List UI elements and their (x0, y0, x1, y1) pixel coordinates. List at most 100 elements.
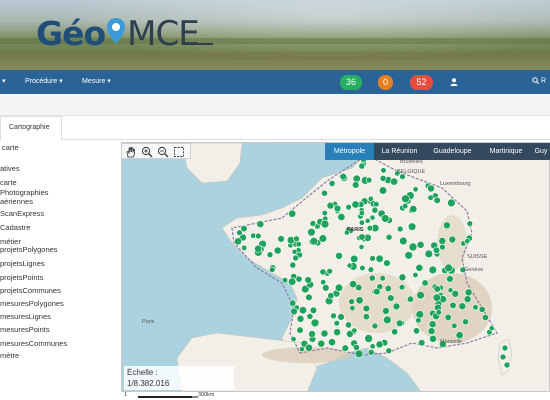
project-marker[interactable] (358, 233, 366, 241)
status-badge-green[interactable]: 36 (340, 75, 362, 90)
project-marker[interactable] (362, 313, 370, 321)
region-tab-martinique[interactable]: Martinique (482, 143, 530, 160)
project-marker[interactable] (327, 292, 335, 300)
project-marker[interactable] (296, 326, 304, 334)
select-box-icon[interactable] (173, 146, 185, 158)
project-marker[interactable] (380, 167, 387, 174)
project-marker[interactable] (352, 181, 360, 189)
project-marker[interactable] (333, 320, 340, 327)
project-marker[interactable] (351, 200, 360, 209)
project-marker[interactable] (345, 203, 352, 211)
project-marker[interactable] (334, 283, 344, 292)
project-marker[interactable] (296, 314, 305, 323)
project-marker[interactable] (488, 325, 495, 332)
project-marker[interactable] (462, 318, 469, 326)
project-marker[interactable] (448, 235, 457, 244)
project-marker[interactable] (354, 349, 364, 359)
project-marker[interactable] (412, 272, 419, 279)
project-marker[interactable] (373, 201, 380, 208)
project-marker[interactable] (305, 293, 313, 302)
project-marker[interactable] (416, 291, 425, 300)
project-marker[interactable] (309, 220, 317, 227)
project-marker[interactable] (385, 347, 393, 355)
project-marker[interactable] (352, 343, 360, 351)
project-marker[interactable] (364, 217, 371, 224)
project-marker[interactable] (371, 206, 379, 214)
project-marker[interactable] (463, 295, 472, 303)
project-marker[interactable] (390, 177, 399, 186)
project-marker[interactable] (415, 317, 422, 324)
project-marker[interactable] (385, 233, 393, 241)
region-tab-la-reunion[interactable]: La Réunion (376, 143, 423, 160)
project-marker[interactable] (379, 275, 386, 282)
nav-menu-mesure[interactable]: Mesure ▾ (82, 77, 111, 85)
layer-item[interactable]: mètre (0, 351, 19, 360)
project-marker[interactable] (339, 172, 347, 181)
project-marker[interactable] (293, 235, 300, 243)
project-marker[interactable] (416, 240, 425, 249)
project-marker[interactable] (289, 261, 297, 269)
project-marker[interactable] (355, 296, 364, 305)
project-marker[interactable] (269, 266, 276, 273)
project-marker[interactable] (378, 186, 388, 195)
layer-item[interactable]: aériennes (0, 197, 33, 206)
project-marker[interactable] (427, 184, 435, 193)
layer-item[interactable]: mesuresPoints (0, 325, 50, 334)
map-canvas[interactable]: Bruxelles BELGIQUE Luxembourg PARIS Genè… (121, 142, 550, 392)
project-marker[interactable] (364, 334, 373, 343)
layer-item[interactable]: carte (0, 178, 17, 187)
project-marker[interactable] (433, 285, 441, 293)
project-marker[interactable] (481, 314, 489, 322)
project-marker[interactable] (349, 305, 356, 312)
project-marker[interactable] (298, 306, 308, 315)
project-marker[interactable] (349, 280, 358, 289)
project-marker[interactable] (451, 290, 460, 298)
region-tab-metropole[interactable]: Métropole (325, 143, 374, 160)
project-marker[interactable] (350, 254, 359, 263)
project-marker[interactable] (346, 262, 353, 269)
tab-cartographie[interactable]: Cartographie (0, 116, 62, 141)
project-marker[interactable] (451, 322, 458, 329)
project-marker[interactable] (309, 236, 319, 246)
project-marker[interactable] (308, 330, 316, 338)
project-marker[interactable] (387, 294, 395, 302)
project-marker[interactable] (335, 252, 343, 260)
project-marker[interactable] (369, 343, 376, 350)
status-badge-red[interactable]: 52 (410, 75, 433, 90)
project-marker[interactable] (501, 344, 509, 352)
project-marker[interactable] (383, 315, 392, 325)
project-marker[interactable] (433, 196, 441, 205)
project-marker[interactable] (418, 339, 426, 347)
project-marker[interactable] (373, 288, 381, 296)
project-marker[interactable] (369, 255, 376, 262)
layer-item[interactable]: mesuresLignes (0, 312, 51, 321)
project-marker[interactable] (396, 225, 404, 233)
project-marker[interactable] (320, 219, 330, 229)
layer-item[interactable]: ScanExpress (0, 209, 44, 218)
user-icon[interactable] (450, 78, 458, 86)
project-marker[interactable] (320, 329, 329, 338)
project-marker[interactable] (337, 213, 346, 222)
project-marker[interactable] (234, 237, 243, 246)
project-marker[interactable] (408, 242, 418, 252)
project-marker[interactable] (295, 241, 302, 248)
project-marker[interactable] (478, 305, 486, 313)
project-marker[interactable] (367, 349, 375, 356)
project-marker[interactable] (254, 244, 263, 253)
project-marker[interactable] (358, 162, 366, 170)
project-marker[interactable] (367, 266, 375, 273)
layer-item[interactable]: projetsPolygones (0, 245, 58, 254)
project-marker[interactable] (369, 214, 376, 221)
layer-item[interactable]: Cadastre (0, 223, 30, 232)
status-badge-orange[interactable]: 0 (378, 75, 393, 90)
project-marker[interactable] (446, 275, 454, 283)
project-marker[interactable] (464, 288, 473, 297)
project-marker[interactable] (406, 295, 414, 303)
project-marker[interactable] (256, 220, 265, 229)
project-marker[interactable] (368, 274, 376, 282)
project-marker[interactable] (438, 237, 447, 245)
nav-search[interactable]: R (532, 77, 546, 84)
project-marker[interactable] (399, 236, 408, 246)
project-marker[interactable] (273, 246, 282, 255)
project-marker[interactable] (432, 293, 442, 302)
